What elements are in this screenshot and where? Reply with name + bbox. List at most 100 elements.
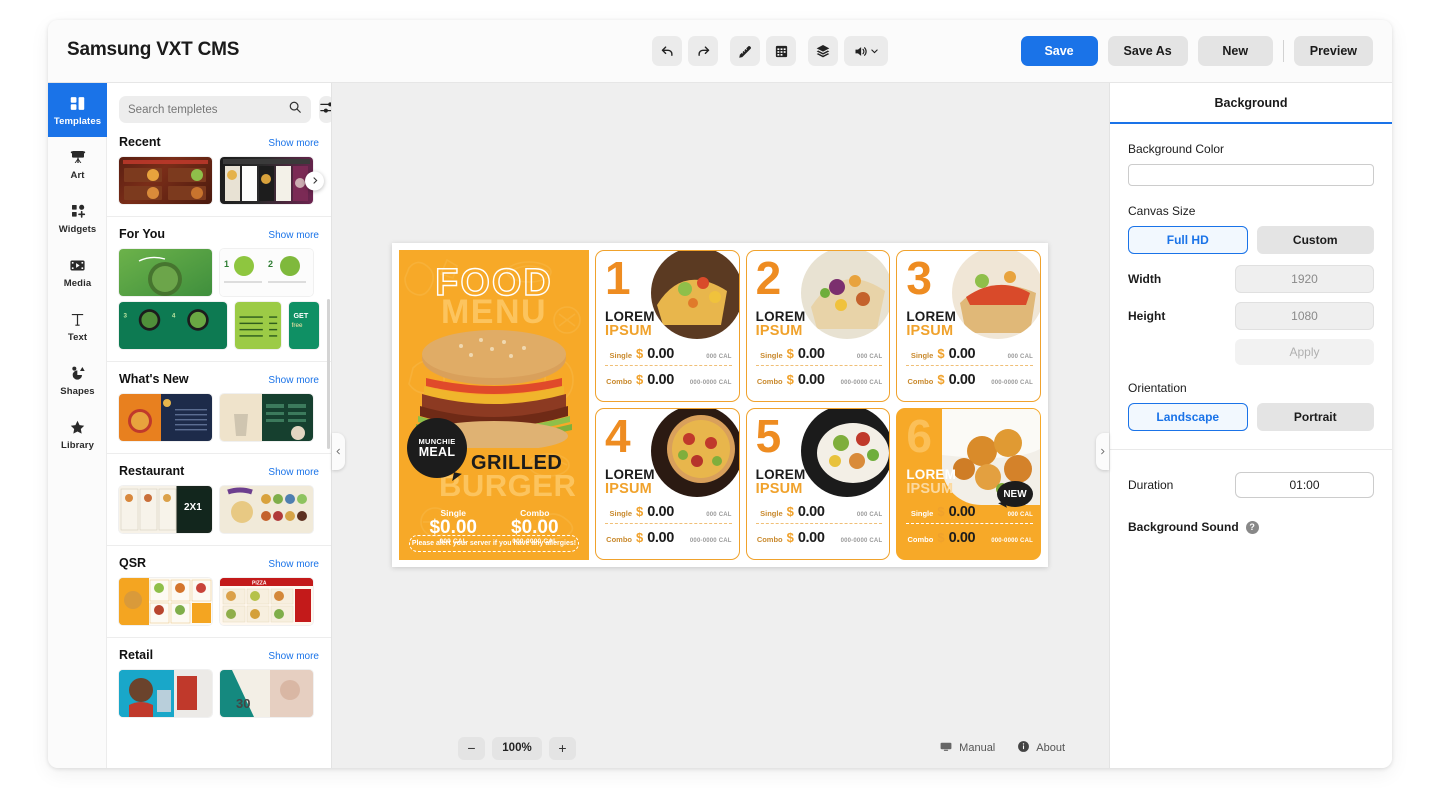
preview-button[interactable]: Preview (1293, 36, 1373, 66)
filter-button[interactable] (319, 96, 331, 123)
hero-panel[interactable]: FOOD MENU MUNCHIE MEAL GRILLED BURGER Si… (399, 250, 589, 560)
sidebar-item-widgets[interactable]: Widgets (48, 191, 107, 245)
carousel-next-button[interactable] (305, 171, 324, 190)
canvas-size-custom-button[interactable]: Custom (1256, 226, 1374, 254)
single-price-row: Single $ 0.00 000 CAL (605, 346, 732, 362)
show-more-link[interactable]: Show more (268, 230, 319, 241)
price-value: 0.00 (948, 372, 976, 388)
sidebar-item-label: Media (63, 277, 92, 289)
template-thumbnail[interactable] (119, 670, 212, 717)
history-tool-group (652, 36, 718, 66)
canvas-area[interactable]: FOOD MENU MUNCHIE MEAL GRILLED BURGER Si… (332, 83, 1109, 768)
sidebar-item-templates[interactable]: Templates (48, 83, 107, 137)
orientation-label: Orientation (1128, 381, 1187, 395)
combo-price-row: Combo $ 0.00 000-0000 CAL (756, 372, 883, 388)
template-thumbnail[interactable] (220, 157, 313, 204)
save-as-button[interactable]: Save As (1107, 36, 1188, 66)
template-thumbnail[interactable] (119, 394, 212, 441)
collapse-right-panel-handle[interactable] (1096, 433, 1109, 470)
layers-button[interactable] (808, 36, 838, 66)
background-sound-label: Background Sound (1128, 520, 1239, 534)
about-link[interactable]: About (1017, 740, 1065, 756)
template-thumbnail[interactable] (220, 486, 313, 533)
template-thumbnail[interactable]: GET free (289, 302, 319, 349)
template-thumbnail[interactable]: 34 (119, 302, 227, 349)
templates-scrollbar[interactable] (327, 179, 330, 759)
properties-panel-title: Background (1110, 83, 1392, 124)
zoom-level-display[interactable]: 100% (492, 736, 542, 760)
chevron-right-icon (1101, 448, 1105, 455)
ruler-button[interactable] (730, 36, 760, 66)
sidebar-item-text[interactable]: Text (48, 299, 107, 353)
canvas-size-full-hd-button[interactable]: Full HD (1128, 226, 1248, 254)
template-thumbnail[interactable] (234, 302, 282, 349)
price-value: 0.00 (797, 504, 825, 520)
help-icon[interactable]: ? (1245, 520, 1259, 534)
price-divider (605, 365, 732, 366)
template-thumbnail[interactable]: 12 (220, 249, 313, 296)
collapse-left-panel-handle[interactable] (332, 433, 345, 470)
template-thumbnail[interactable]: 2X1 (119, 486, 212, 533)
show-more-link[interactable]: Show more (268, 559, 319, 570)
thumbnail-row: PIZZA (119, 578, 319, 625)
volume-button[interactable] (844, 36, 888, 66)
menu-card[interactable]: 1 LOREM IPSUM Single $ 0.00 000 CAL Comb… (595, 250, 740, 402)
manual-link[interactable]: Manual (939, 740, 995, 756)
redo-button[interactable] (688, 36, 718, 66)
orientation-landscape-button[interactable]: Landscape (1128, 403, 1248, 431)
template-thumbnail[interactable] (119, 157, 212, 204)
thumbnail-row: 34 GET free (119, 302, 319, 349)
page-title: Samsung VXT CMS (67, 39, 240, 60)
menu-card[interactable]: 4 LOREM IPSUM Single $ 0.00 000 CAL Comb… (595, 408, 740, 560)
show-more-link[interactable]: Show more (268, 138, 319, 149)
undo-button[interactable] (652, 36, 682, 66)
price-value: 0.00 (797, 346, 825, 362)
zoom-in-button[interactable]: + (549, 736, 576, 760)
price-label: Single (910, 509, 934, 518)
menu-card[interactable]: 3 LOREM IPSUM Single $ 0.00 000 CAL Comb… (896, 250, 1041, 402)
action-button-group: Save Save As New Preview (1020, 36, 1373, 66)
template-thumbnail[interactable] (220, 394, 313, 441)
price-value: 0.00 (948, 346, 976, 362)
height-row: Height 1080 (1128, 302, 1374, 330)
save-button[interactable]: Save (1020, 36, 1098, 66)
height-input[interactable]: 1080 (1235, 302, 1374, 330)
show-more-link[interactable]: Show more (268, 375, 319, 386)
show-more-link[interactable]: Show more (268, 651, 319, 662)
calorie-value: 000-0000 CAL (689, 538, 732, 544)
new-button[interactable]: New (1197, 36, 1273, 66)
canvas-sheet[interactable]: FOOD MENU MUNCHIE MEAL GRILLED BURGER Si… (392, 243, 1048, 567)
menu-item-image (801, 251, 890, 339)
template-thumbnail[interactable] (119, 578, 212, 625)
menu-card[interactable]: 5 LOREM IPSUM Single $ 0.00 000 CAL Comb… (745, 408, 891, 560)
scrollbar-thumb[interactable] (327, 299, 330, 449)
menu-item-line1: LOREM (605, 309, 655, 324)
thumbnail-row: 2X1 (119, 486, 319, 533)
width-input[interactable]: 1920 (1235, 265, 1374, 293)
currency-symbol: $ (937, 372, 945, 387)
app-window: Samsung VXT CMS Save Save As New Preview… (48, 20, 1392, 768)
background-color-input[interactable] (1128, 164, 1374, 186)
zoom-out-button[interactable]: − (458, 736, 485, 760)
template-thumbnail[interactable] (119, 249, 212, 296)
width-row: Width 1920 (1128, 265, 1374, 293)
sidebar-item-shapes[interactable]: Shapes (48, 353, 107, 407)
grid-button[interactable] (766, 36, 796, 66)
sidebar-item-library[interactable]: Library (48, 407, 107, 461)
combo-price-row: Combo $ 0.00 000-0000 CAL (906, 372, 1033, 388)
svg-text:4: 4 (172, 312, 176, 319)
menu-card[interactable]: 6 LOREM IPSUM NEW Single $ 0.00 000 CAL (896, 408, 1041, 560)
apply-button[interactable]: Apply (1235, 339, 1374, 365)
info-icon (1017, 740, 1030, 756)
sidebar-item-media[interactable]: Media (48, 245, 107, 299)
search-input[interactable] (128, 103, 282, 116)
search-box[interactable] (119, 96, 311, 123)
orientation-portrait-button[interactable]: Portrait (1256, 403, 1374, 431)
menu-card[interactable]: 2 LOREM IPSUM Single $ 0.00 000 CAL Comb… (745, 250, 891, 402)
template-thumbnail[interactable]: 30 (220, 670, 313, 717)
duration-input[interactable]: 01:00 (1235, 472, 1374, 498)
show-more-link[interactable]: Show more (268, 467, 319, 478)
sidebar-item-art[interactable]: Art (48, 137, 107, 191)
menu-item-line2: IPSUM (906, 481, 954, 497)
template-thumbnail[interactable]: PIZZA (220, 578, 313, 625)
